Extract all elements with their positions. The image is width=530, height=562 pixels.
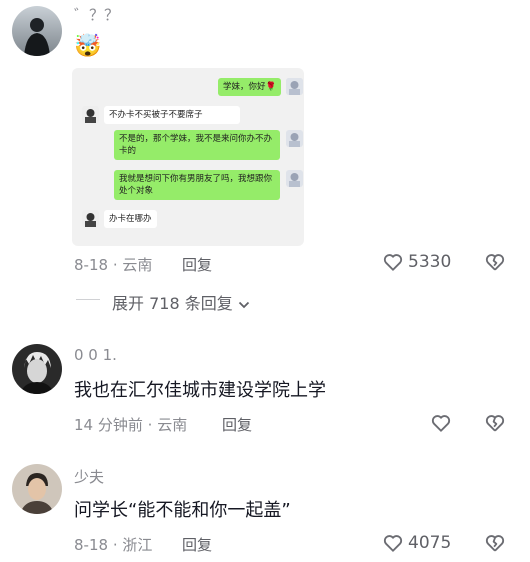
comment-meta: 8-18 · 浙江 <box>74 534 152 555</box>
avatar[interactable] <box>12 344 62 394</box>
chat-avatar <box>286 78 303 95</box>
username[interactable]: ゛？？ <box>74 4 119 25</box>
reply-button[interactable]: 回复 <box>182 254 212 275</box>
expand-replies-button[interactable]: 展开 718 条回复 <box>112 290 250 314</box>
meta-separator: · <box>112 256 118 274</box>
reply-button[interactable]: 回复 <box>222 414 252 435</box>
chevron-down-icon <box>238 295 250 314</box>
broken-heart-icon[interactable] <box>484 251 506 273</box>
chat-bubble: 办卡在哪办 <box>104 210 157 228</box>
divider <box>76 299 100 300</box>
comment-date: 8-18 <box>74 536 109 554</box>
comment-image[interactable]: 学妹，你好🌹 不办卡不买被子不要席子 不是的，那个学妹，我不是来问你办不办卡的 … <box>72 68 304 246</box>
chat-avatar <box>82 210 99 227</box>
avatar[interactable] <box>12 464 62 514</box>
avatar[interactable] <box>12 6 62 56</box>
like-count: 5330 <box>408 252 452 272</box>
username[interactable]: 少夫 <box>74 466 104 487</box>
reply-button[interactable]: 回复 <box>182 534 212 555</box>
broken-heart-icon[interactable] <box>484 412 506 434</box>
meta-separator: · <box>112 536 118 554</box>
chat-avatar <box>82 106 99 123</box>
comment-date: 8-18 <box>74 256 109 274</box>
like-count: 4075 <box>408 533 452 553</box>
chat-bubble: 不办卡不买被子不要席子 <box>104 106 240 124</box>
comment-date: 14 分钟前 <box>74 416 143 434</box>
comment-text: 我也在汇尔佳城市建设学院上学 <box>74 380 326 401</box>
comment-location: 浙江 <box>122 536 153 554</box>
chat-avatar <box>286 170 303 187</box>
heart-outline-icon[interactable] <box>382 532 404 554</box>
heart-outline-icon[interactable] <box>430 412 452 434</box>
comment-meta: 8-18 · 云南 <box>74 254 152 275</box>
chat-avatar <box>286 130 303 147</box>
heart-outline-icon[interactable] <box>382 251 404 273</box>
meta-separator: · <box>147 416 153 434</box>
username[interactable]: 0 0 1. <box>74 346 117 364</box>
chat-bubble: 不是的，那个学妹，我不是来问你办不办卡的 <box>114 130 280 160</box>
expand-replies-label: 展开 718 条回复 <box>112 294 233 313</box>
comment-location: 云南 <box>122 256 153 274</box>
comment-text: 问学长“能不能和你一起盖” <box>74 500 291 521</box>
chat-bubble: 学妹，你好🌹 <box>218 78 282 96</box>
chat-bubble: 我就是想问下你有男朋友了吗，我想跟你处个对象 <box>114 170 280 200</box>
comment-location: 云南 <box>157 416 188 434</box>
broken-heart-icon[interactable] <box>484 532 506 554</box>
comment-meta: 14 分钟前 · 云南 <box>74 414 187 435</box>
emoji: 🤯 <box>74 34 102 59</box>
